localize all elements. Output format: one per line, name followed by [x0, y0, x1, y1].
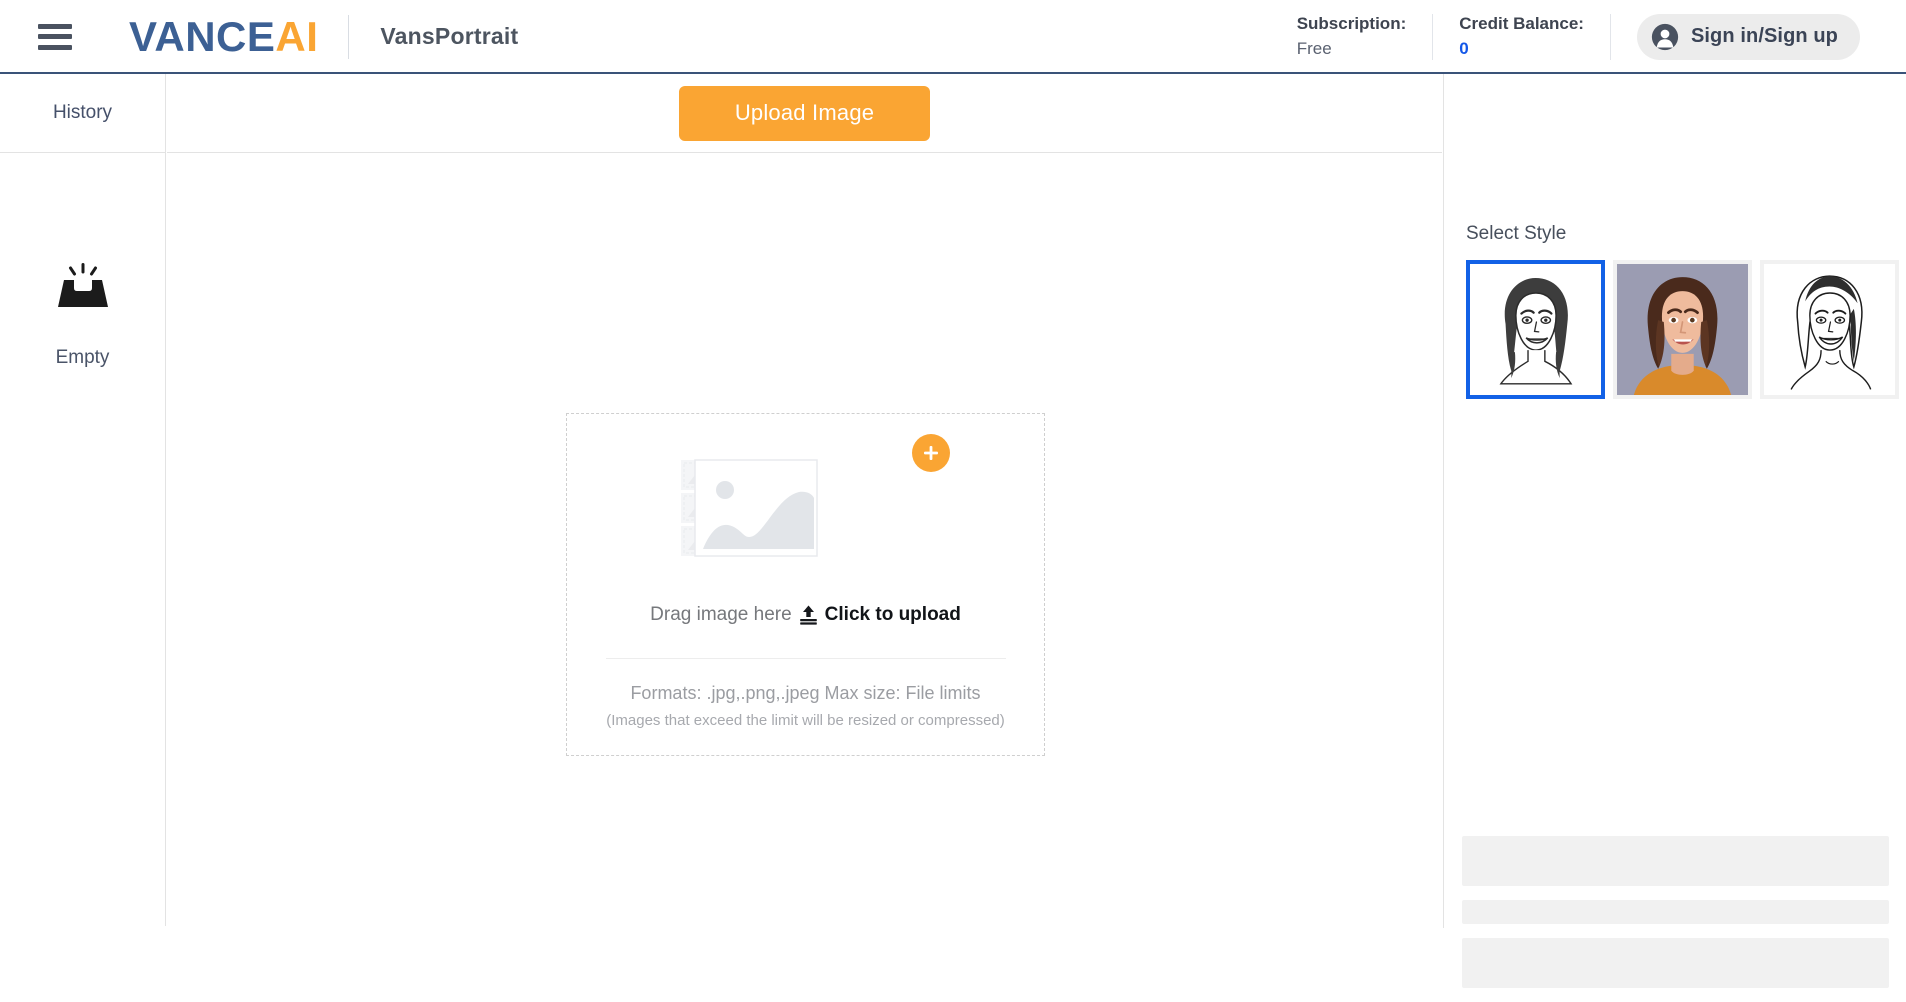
skeleton-placeholder-3 — [1462, 938, 1889, 988]
dropzone-container: Drag image here Click to upload Formats:… — [167, 153, 1442, 926]
subscription-value: Free — [1296, 38, 1332, 58]
sketch-portrait-thumbnail-icon — [1470, 264, 1601, 395]
upload-image-button[interactable]: Upload Image — [679, 85, 930, 141]
dropzone-format-info: Formats: .jpg,.png,.jpeg Max size: File … — [606, 683, 1005, 729]
subscription-label: Subscription: — [1296, 13, 1407, 33]
upload-arrow-icon — [799, 605, 817, 625]
style-panel: Select Style — [1443, 74, 1906, 988]
skeleton-placeholder-2 — [1462, 900, 1889, 924]
credit-balance-label: Credit Balance: — [1459, 13, 1584, 33]
header-logo-divider — [348, 14, 350, 59]
subscription-info: Subscription: Free — [1297, 12, 1433, 61]
page-title: VansPortrait — [380, 23, 519, 49]
panel-skeleton-placeholders — [1444, 836, 1906, 1002]
dropzone-separator — [605, 658, 1006, 659]
dropzone-instruction: Drag image here Click to upload — [650, 604, 961, 626]
app-header: VANCEAI VansPortrait Subscription: Free … — [0, 0, 1906, 73]
select-style-title: Select Style — [1466, 223, 1567, 244]
hamburger-bar — [38, 23, 72, 29]
sign-in-label: Sign in/Sign up — [1690, 25, 1838, 47]
logo-text-ai: AI — [275, 12, 319, 60]
click-to-upload-text[interactable]: Click to upload — [825, 604, 961, 626]
upload-toolbar: Upload Image — [167, 74, 1442, 153]
skeleton-placeholder-1 — [1462, 836, 1889, 886]
credit-balance-info: Credit Balance: 0 — [1459, 12, 1610, 61]
sidebar-header: History — [0, 74, 165, 153]
credit-balance-value: 0 — [1459, 38, 1469, 58]
color-portrait-thumbnail-icon — [1617, 264, 1748, 395]
hamburger-bar — [38, 34, 72, 39]
header-right-group: Subscription: Free Credit Balance: 0 Sig… — [1297, 0, 1906, 73]
formats-note: (Images that exceed the limit will be re… — [606, 712, 1005, 729]
drag-image-here-text: Drag image here — [650, 604, 792, 625]
sign-in-sign-up-button[interactable]: Sign in/Sign up — [1636, 13, 1860, 60]
style-thumbnail-sketch[interactable] — [1466, 260, 1605, 399]
vanceai-logo[interactable]: VANCEAI — [129, 12, 319, 60]
style-thumbnail-list — [1466, 260, 1899, 399]
style-thumbnail-lineart[interactable] — [1760, 260, 1899, 399]
dropzone-placeholder-graphic — [680, 434, 950, 558]
history-sidebar: History Empty — [0, 74, 166, 926]
history-label: History — [52, 102, 113, 123]
plus-icon — [923, 446, 938, 460]
line-art-portrait-thumbnail-icon — [1764, 264, 1895, 395]
history-empty-label: Empty — [55, 347, 110, 368]
main-content-area: Upload Image Drag image here Click to up… — [167, 74, 1442, 926]
formats-text: Formats: .jpg,.png,.jpeg Max size: File … — [630, 683, 981, 703]
user-avatar-icon — [1651, 23, 1679, 50]
hamburger-bar — [38, 44, 72, 50]
add-image-badge[interactable] — [911, 434, 950, 472]
image-stack-placeholder-icon — [680, 459, 818, 557]
header-signin-divider — [1609, 13, 1611, 60]
inbox-empty-icon — [57, 263, 108, 307]
history-empty-state: Empty — [0, 153, 165, 369]
logo-text-vance: VANCE — [129, 12, 276, 60]
image-dropzone[interactable]: Drag image here Click to upload Formats:… — [566, 413, 1045, 756]
style-thumbnail-color[interactable] — [1613, 260, 1752, 399]
hamburger-menu-icon[interactable] — [38, 23, 72, 50]
header-stat-divider — [1432, 13, 1434, 60]
